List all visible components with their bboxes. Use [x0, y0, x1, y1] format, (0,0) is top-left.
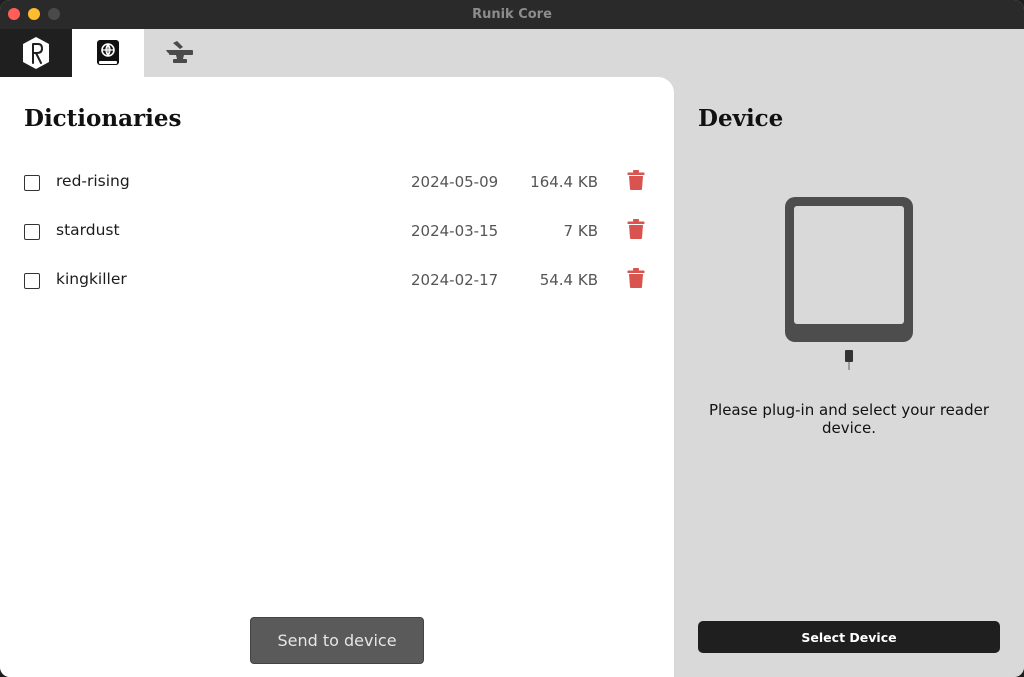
- dictionary-name: stardust: [56, 221, 120, 239]
- dictionary-checkbox[interactable]: [24, 224, 40, 240]
- device-heading: Device: [698, 105, 784, 132]
- dictionary-book-icon: [97, 40, 119, 65]
- dictionary-size: 54.4 KB: [539, 271, 598, 289]
- device-instructions: Please plug-in and select your reader de…: [708, 401, 989, 437]
- dictionary-checkbox[interactable]: [24, 175, 40, 191]
- window-title: Runik Core: [472, 7, 552, 22]
- send-to-device-button[interactable]: Send to device: [250, 617, 424, 664]
- ereader-device-icon: [785, 197, 913, 370]
- tab-bar: [0, 29, 1024, 77]
- dictionary-row: kingkiller 2024-02-17 54.4 KB: [0, 266, 674, 296]
- runik-logo-icon: [23, 37, 49, 69]
- dictionary-name: kingkiller: [56, 270, 127, 288]
- dictionary-size: 7 KB: [563, 222, 598, 240]
- dictionary-checkbox[interactable]: [24, 273, 40, 289]
- tab-dictionaries[interactable]: [72, 29, 144, 77]
- dictionary-date: 2024-05-09: [411, 173, 499, 191]
- dictionary-size: 164.4 KB: [530, 173, 598, 191]
- dictionaries-panel: Dictionaries red-rising 2024-05-09 164.4…: [0, 77, 674, 677]
- dictionaries-heading: Dictionaries: [24, 105, 182, 132]
- dictionary-row: red-rising 2024-05-09 164.4 KB: [0, 168, 674, 198]
- dictionary-date: 2024-03-15: [411, 222, 499, 240]
- title-bar: Runik Core: [0, 0, 1024, 30]
- tab-home[interactable]: [0, 29, 72, 77]
- trash-icon[interactable]: [627, 170, 645, 190]
- dictionary-name: red-rising: [56, 172, 130, 190]
- trash-icon[interactable]: [627, 268, 645, 288]
- dictionary-date: 2024-02-17: [411, 271, 499, 289]
- select-device-button[interactable]: Select Device: [698, 621, 1000, 653]
- app-window: Runik Core Dictionaries red-rising 2024-…: [0, 0, 1024, 677]
- device-panel: Device Please plug-in and select your re…: [674, 77, 1024, 677]
- trash-icon[interactable]: [627, 219, 645, 239]
- anvil-icon: [166, 41, 193, 63]
- dictionary-row: stardust 2024-03-15 7 KB: [0, 217, 674, 247]
- tab-forge[interactable]: [144, 29, 216, 77]
